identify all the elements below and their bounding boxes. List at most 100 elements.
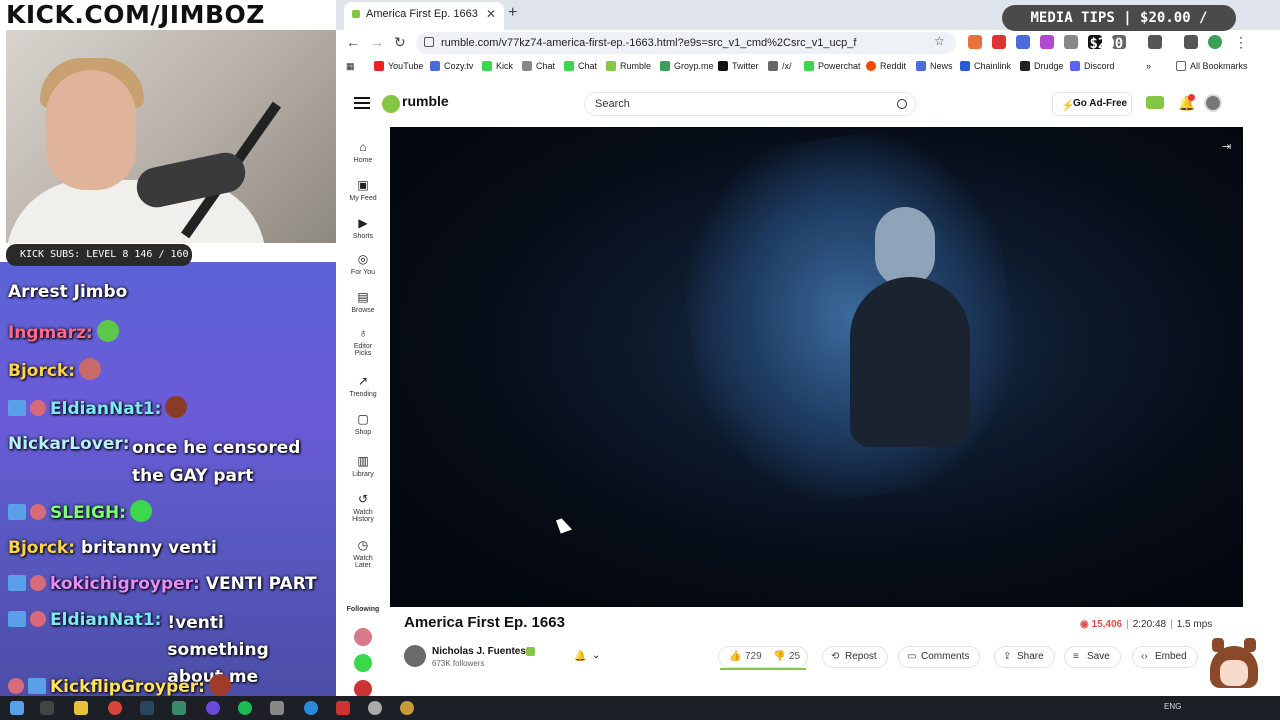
kick-icon [482, 61, 492, 71]
browser-tab[interactable]: America First Ep. 1663 ✕ [344, 2, 504, 30]
bookmark-x[interactable]: /x/ [768, 61, 792, 71]
dislike-count[interactable]: 25 [789, 647, 800, 667]
sidebar-item-watch-history[interactable]: ↺ Watch History [336, 492, 390, 523]
thumbs-up-icon[interactable]: 👍 [729, 647, 741, 667]
obs-icon[interactable] [206, 701, 220, 715]
downloads-icon[interactable] [1184, 35, 1198, 49]
new-tab-icon[interactable]: + [508, 4, 517, 22]
comments-button[interactable]: ▭ Comments [898, 646, 981, 668]
bookmark-kick[interactable]: Kick [482, 61, 513, 71]
sidebar-label: Home [353, 157, 373, 164]
sidebar-item-library[interactable]: ▥ Library [336, 454, 390, 478]
spotify-icon[interactable] [238, 701, 252, 715]
more-bookmarks-icon[interactable]: » [1146, 61, 1151, 71]
sidebar-item-home[interactable]: ⌂ Home [336, 140, 390, 164]
followed-channel-avatar[interactable] [354, 628, 372, 646]
thumbs-down-icon[interactable]: 👎 [773, 647, 785, 667]
menu-dots-icon[interactable]: ⋮ [1234, 34, 1248, 51]
bookmark-twitter[interactable]: Twitter [718, 61, 759, 71]
back-icon[interactable]: ← [346, 34, 360, 50]
bookmark-label: All Bookmarks [1190, 61, 1248, 71]
rumble-logo-icon[interactable] [382, 95, 400, 113]
app-icon[interactable] [172, 701, 186, 715]
close-tab-icon[interactable]: ✕ [486, 2, 496, 26]
sidebar-item-shop[interactable]: ▢ Shop [336, 412, 390, 436]
apps-grid-icon[interactable]: ▦ [346, 61, 355, 72]
chrome-icon[interactable] [108, 701, 122, 715]
upload-video-icon[interactable] [1146, 96, 1164, 109]
app-icon[interactable] [270, 701, 284, 715]
bookmark-label: Powerchat [818, 61, 861, 71]
bookmark-groyp[interactable]: Groyp.me [660, 61, 714, 71]
sidepanel-icon[interactable] [1148, 35, 1162, 49]
bookmark-rumble[interactable]: Rumble [606, 61, 651, 71]
repost-button[interactable]: ⟲ Repost [822, 646, 888, 668]
app-icon[interactable] [304, 701, 318, 715]
like-count[interactable]: 729 [745, 647, 762, 667]
bookmark-chainlink[interactable]: Chainlink [960, 61, 1011, 71]
news-icon [916, 61, 926, 71]
bookmark-news[interactable]: News [916, 61, 953, 71]
sidebar-item-for-you[interactable]: ◎ For You [336, 252, 390, 276]
channel-name[interactable]: Nicholas J. Fuentes [432, 646, 526, 657]
video-bitrate: 1.5 mps [1176, 619, 1213, 630]
bookmark-cozy[interactable]: Cozy.tv [430, 61, 473, 71]
emote-icon [130, 500, 152, 522]
drudge-icon [1020, 61, 1030, 71]
video-player[interactable] [390, 127, 1243, 607]
system-tray-language[interactable]: ENG [1164, 702, 1181, 711]
rumble-logo-text[interactable]: rumble [402, 93, 449, 109]
steam-icon[interactable] [140, 701, 154, 715]
share-button[interactable]: ⇪ Share [994, 646, 1055, 668]
search-icon[interactable] [897, 99, 907, 109]
sidebar-item-watch-later[interactable]: ◷ Watch Later [336, 538, 390, 569]
save-list-icon: ≡ [1073, 651, 1079, 662]
all-bookmarks-folder[interactable]: All Bookmarks [1176, 61, 1248, 71]
extension-icon[interactable] [1064, 35, 1078, 49]
app-icon[interactable] [400, 701, 414, 715]
embed-button[interactable]: ‹› Embed [1132, 646, 1198, 668]
address-bar[interactable]: rumble.com/v77kz74-america-first-ep.-166… [416, 32, 956, 54]
sidebar-item-editor-picks[interactable]: ♁ Editor Picks [336, 326, 390, 357]
channel-avatar[interactable] [404, 645, 426, 667]
bookmark-youtube[interactable]: YouTube [374, 61, 423, 71]
cozy-icon [430, 61, 440, 71]
subs-progress-bar: KICK SUBS: LEVEL 8 146 / 160 [6, 244, 192, 266]
go-ad-free-button[interactable]: ⚡ Go Ad-Free [1052, 92, 1132, 116]
sidebar-item-my-feed[interactable]: ▣ My Feed [336, 178, 390, 202]
extension-icon[interactable] [968, 35, 982, 49]
sidebar-item-shorts[interactable]: ▶ Shorts [336, 216, 390, 240]
save-button[interactable]: ≡ Save [1064, 646, 1121, 668]
hamburger-menu-icon[interactable] [354, 97, 370, 109]
expand-icon[interactable]: ⇥ [1222, 140, 1231, 153]
bookmark-powerchat[interactable]: Powerchat [804, 61, 861, 71]
search-input[interactable]: Search [584, 92, 916, 116]
chevron-down-icon[interactable]: ⌄ [592, 650, 600, 661]
bookmark-star-icon[interactable]: ☆ [934, 34, 945, 48]
bookmark-discord[interactable]: Discord [1070, 61, 1115, 71]
bookmark-reddit[interactable]: Reddit [866, 61, 906, 71]
browse-icon: ▤ [357, 290, 369, 304]
file-explorer-icon[interactable] [74, 701, 88, 715]
sidebar-item-browse[interactable]: ▤ Browse [336, 290, 390, 314]
task-view-icon[interactable] [40, 701, 54, 715]
start-icon[interactable] [10, 701, 24, 715]
forward-icon[interactable]: → [370, 34, 384, 50]
notification-bell-icon[interactable]: 🔔 [574, 651, 586, 662]
profile-icon[interactable] [1208, 35, 1222, 49]
eye-icon: ◉ [1080, 619, 1092, 630]
extension-icon[interactable] [1016, 35, 1030, 49]
extension-icon[interactable] [992, 35, 1006, 49]
bookmark-drudge[interactable]: Drudge [1020, 61, 1064, 71]
extension-icon[interactable] [1040, 35, 1054, 49]
followed-channel-avatar[interactable] [354, 654, 372, 672]
app-icon[interactable] [368, 701, 382, 715]
app-icon[interactable] [336, 701, 350, 715]
bookmark-chat[interactable]: Chat [564, 61, 597, 71]
grid-icon [768, 61, 778, 71]
site-info-icon[interactable] [424, 37, 434, 47]
user-avatar[interactable] [1204, 94, 1222, 112]
reload-icon[interactable]: ↻ [394, 34, 406, 51]
bookmark-chat[interactable]: Chat [522, 61, 555, 71]
sidebar-item-trending[interactable]: ↗ Trending [336, 374, 390, 398]
